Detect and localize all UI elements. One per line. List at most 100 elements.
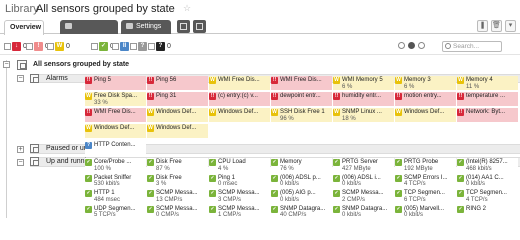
status-filter[interactable]: ↓ 0 [4, 41, 27, 51]
sensor-tile[interactable]: !! (c) entry:(c) v... [209, 92, 270, 106]
sensor-status-icon: ✓ [395, 159, 402, 166]
sensor-tile[interactable]: W Windows Def... [85, 124, 146, 138]
sensor-tile[interactable]: ✓ UDP Segmen... 5 TCP/s [85, 204, 146, 219]
sensor-tile[interactable]: ✓ SCMP Messa... 2 CMP/s [333, 189, 394, 203]
sensor-tile[interactable]: ✓ Memory 76 % [271, 158, 332, 172]
filter-checkbox[interactable] [91, 42, 98, 50]
sensor-tile[interactable]: !! humidity entr... [333, 92, 394, 106]
sensor-tile[interactable]: ✓ Disk Free 3 % [147, 173, 208, 188]
sensor-tile[interactable]: W SSH Disk Free 1 96 % [271, 108, 332, 122]
status-filter[interactable]: ✓0 [91, 41, 114, 51]
status-filter[interactable]: W0 [47, 41, 70, 51]
sensor-tile[interactable]: W WMI Free Dis... [209, 76, 270, 90]
filter-checkbox[interactable] [47, 42, 54, 50]
filter-checkbox[interactable] [130, 42, 137, 50]
sensor-status-icon: !! [271, 93, 278, 100]
collapse-up-button[interactable]: − [17, 159, 24, 166]
sensor-tile[interactable]: W Free Disk Spa... 33 % [85, 92, 146, 106]
tab-history[interactable] [193, 20, 206, 33]
sensor-value: 4 TCP/s [466, 196, 488, 203]
sensor-tile[interactable]: ✓ TCP Segmen... 4 TCP/s [457, 189, 518, 203]
sensor-tile[interactable]: ✓ Disk Free 87 % [147, 158, 208, 172]
sensor-tile[interactable]: ✓ PRTG Server 427 MByte [333, 158, 394, 172]
view-option-2[interactable] [408, 42, 415, 49]
sensor-tile[interactable]: ✓ Packet Sniffer 530 kbit/s [85, 173, 146, 188]
sensor-tile[interactable]: !! Ping 5 [85, 76, 146, 90]
sensor-tile[interactable]: ✓ SCMP Messa... 3 CMP/s [209, 189, 270, 203]
sensor-tile[interactable]: !! dewpoint entr... [271, 92, 332, 106]
favorite-star-icon[interactable]: ☆ [183, 4, 192, 13]
sensor-tile[interactable]: ✓ CPU Load 4 % [209, 158, 270, 172]
collapse-alarms-button[interactable]: − [17, 75, 24, 82]
sensor-tile[interactable]: W SNMP Linux ... 18 % [333, 108, 394, 122]
status-filter[interactable]: !0 [26, 41, 49, 51]
sensor-tile[interactable]: ✓ SCMP Errors I... 4 TCP/s [395, 173, 456, 188]
sensor-tile[interactable]: !! WMI Free Dis... [85, 108, 146, 122]
sensor-tile[interactable]: ✓ HTTP 1 484 msec [85, 189, 146, 203]
tab-management[interactable]: Management [60, 20, 118, 44]
sensor-status-icon: ✓ [457, 205, 464, 213]
sensor-status-icon: ✓ [147, 190, 154, 197]
sensor-tile[interactable]: !! motion entry... [395, 92, 456, 106]
sensor-tile[interactable]: !! Ping 56 [147, 76, 208, 90]
filter-checkbox[interactable] [148, 42, 155, 50]
delete-icon[interactable]: 🗑 [491, 20, 502, 32]
pause-icon[interactable]: ❚ [477, 20, 488, 32]
sensor-tile[interactable]: ✓ Core/Probe ... 100 % [85, 158, 146, 172]
filter-checkbox[interactable] [4, 42, 11, 50]
sensor-tile[interactable]: W Windows Def... [395, 108, 456, 122]
status-filter[interactable]: ?0 [148, 41, 171, 51]
sensor-tile[interactable]: W WMI Memory 56 % [333, 76, 394, 90]
collapse-root-button[interactable]: − [3, 61, 10, 68]
sensor-status-icon: !! [457, 93, 464, 100]
sensor-tile[interactable]: ✓ SCMP Messa... 0 CMP/s [147, 204, 208, 219]
alarms-group-icon [30, 74, 39, 83]
view-option-1[interactable] [398, 42, 405, 49]
tab-settings[interactable]: Settings [121, 20, 171, 34]
sensor-tile[interactable]: ✓ (005) AIG p... 0 kbit/s [271, 189, 332, 203]
sensor-tile[interactable]: !! Ping 31 [147, 92, 208, 106]
sensor-tile[interactable]: W Windows Def... [147, 124, 208, 138]
filter-checkbox[interactable] [26, 42, 33, 50]
more-icon[interactable]: ▾ [505, 20, 516, 32]
sensor-tile[interactable]: ✓ (005) Marvell... 0 kbit/s [395, 204, 456, 219]
sensor-tile[interactable]: ✓ (006) ADSL i... 0 kbit/s [333, 173, 394, 188]
sensor-tile[interactable]: W Windows Def... [209, 108, 270, 122]
tab-overview[interactable]: Overview [4, 20, 44, 35]
view-option-3[interactable] [418, 42, 425, 49]
library-label: Library [5, 3, 39, 15]
search-input[interactable]: Search... [442, 41, 502, 52]
sensor-value: 0 kbit/s [404, 212, 424, 218]
group-icon [17, 60, 27, 70]
sensor-name: Windows Def... [218, 109, 259, 115]
sensor-tile[interactable]: !! Network: Byt... [457, 108, 518, 122]
sensor-tile[interactable]: !! temperature ... [457, 92, 518, 106]
filter-row: ↓0!0W0✓0II0?0?0 Search... [0, 37, 520, 55]
sensor-tile[interactable]: ✓ SNMP Datagra... 40 CMP/s [271, 204, 332, 219]
sensor-tile[interactable]: ✓ TCP Segmen... 6 TCP/s [395, 189, 456, 203]
tab-notifications[interactable] [177, 20, 190, 33]
sensor-value: 0 kbit/s [280, 181, 300, 187]
sensor-tile[interactable]: ✓ SNMP Datagra... 0 kbit/s [333, 204, 394, 219]
sensor-tile[interactable]: ✓ SCMP Messa... 1 CMP/s [209, 204, 270, 219]
sensor-tile[interactable]: ✓ PRTG Probe 192 MByte [395, 158, 456, 172]
filter-checkbox[interactable] [112, 42, 119, 50]
sensor-tile[interactable]: ✓ (Intel(R) 8257... 468 kbit/s [457, 158, 518, 172]
sensor-tile[interactable]: !! WMI Free Dis... [271, 76, 332, 90]
sensor-status-icon: !! [395, 93, 402, 100]
sensor-tile[interactable]: ✓ Ping 10 msec [209, 173, 270, 188]
sensor-status-icon: ✓ [209, 174, 216, 182]
sensor-value: 192 MByte [404, 165, 433, 172]
sensor-name: HTTP Conten... [94, 142, 136, 148]
sensor-tile[interactable]: ✓ (006) ADSL p... 0 kbit/s [271, 173, 332, 188]
sensor-tile[interactable]: ? HTTP Conten... [85, 141, 146, 155]
sensor-tile[interactable]: ✓ (014) AA1 C... 0 kbit/s [457, 173, 518, 188]
expand-paused-button[interactable]: + [17, 146, 24, 153]
sensor-tile[interactable]: W Windows Def... [147, 108, 208, 122]
sensor-tile[interactable]: W Memory 4 11 % [457, 76, 518, 90]
sensor-name: RING 2 [466, 205, 487, 212]
sensor-tile[interactable]: W Memory 36 % [395, 76, 456, 90]
tree-root-label: All sensors grouped by state [33, 61, 130, 68]
sensor-tile[interactable]: ✓ SCMP Messa... 13 CMP/s [147, 189, 208, 203]
sensor-tile[interactable]: ✓ RING 2 [457, 204, 518, 219]
